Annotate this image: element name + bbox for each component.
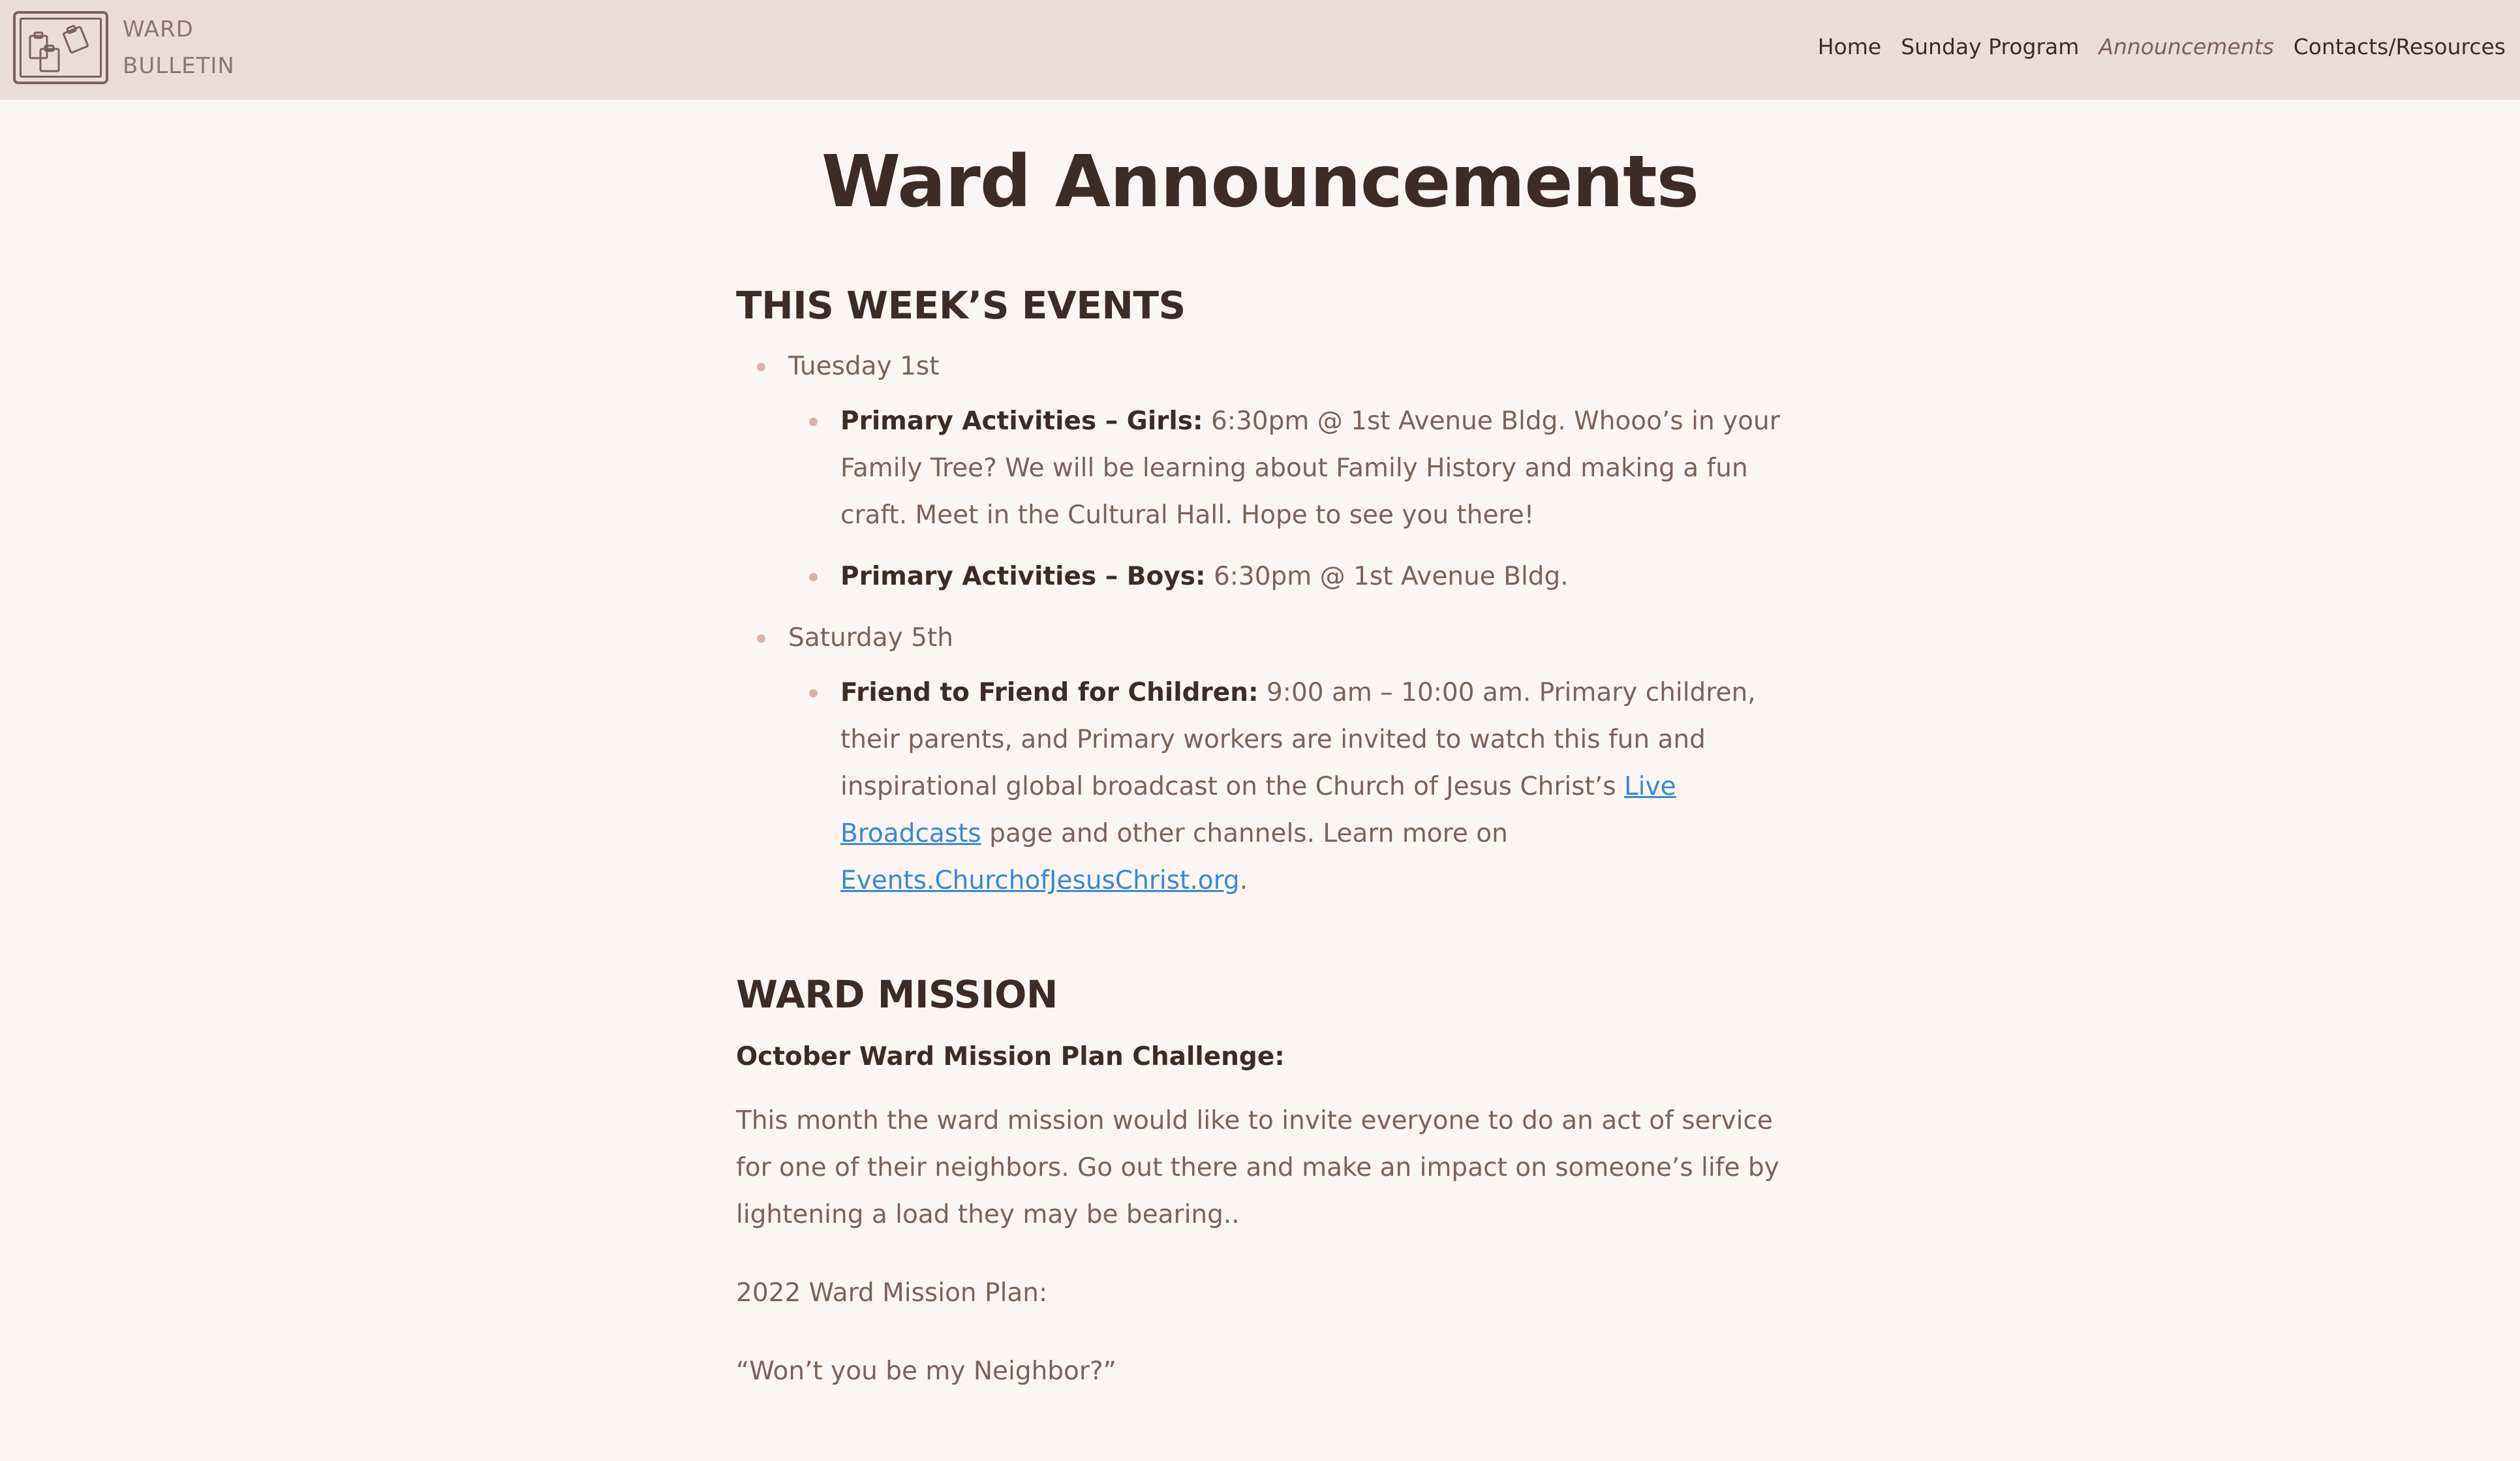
nav-contacts-resources[interactable]: Contacts/Resources [2294, 34, 2506, 59]
event-description-part3: . [1239, 866, 1248, 895]
bullet-icon [809, 689, 818, 698]
nav-announcements[interactable]: Announcements [2098, 34, 2273, 59]
day-list: Tuesday 1st Primary Activities – Girls: … [736, 343, 1780, 904]
event-list: Friend to Friend for Children: 9:00 am –… [788, 669, 1780, 904]
mission-challenge-paragraph: This month the ward mission would like t… [736, 1106, 1779, 1229]
bullet-icon [809, 418, 818, 426]
site-header: WARD BULLETIN Home Sunday Program Announ… [0, 0, 2520, 100]
brand-line-bulletin: BULLETIN [123, 53, 235, 79]
event-item-friend-to-friend: Friend to Friend for Children: 9:00 am –… [788, 669, 1780, 904]
event-list: Primary Activities – Girls: 6:30pm @ 1st… [788, 398, 1780, 600]
event-title: Friend to Friend for Children: [840, 678, 1259, 707]
events-section: THIS WEEK’S EVENTS Tuesday 1st Primary A… [736, 274, 1780, 904]
mission-plan-theme: “Won’t you be my Neighbor?” [736, 1357, 1116, 1386]
event-description-part2: page and other channels. Learn more on [981, 819, 1508, 848]
day-item-tuesday: Tuesday 1st Primary Activities – Girls: … [736, 343, 1780, 600]
event-item-primary-boys: Primary Activities – Boys: 6:30pm @ 1st … [788, 553, 1780, 600]
event-title: Primary Activities – Boys: [840, 562, 1206, 591]
events-site-link[interactable]: Events.ChurchofJesusChrist.org [840, 866, 1240, 895]
brand-line-ward: WARD [123, 16, 194, 42]
ward-mission-section: WARD MISSION October Ward Mission Plan C… [736, 963, 1780, 1395]
main-content: THIS WEEK’S EVENTS Tuesday 1st Primary A… [736, 274, 1780, 1395]
brand-home-link[interactable]: WARD BULLETIN [13, 11, 235, 84]
events-heading: THIS WEEK’S EVENTS [736, 283, 1186, 328]
bulletin-board-icon [13, 11, 108, 84]
bullet-icon [757, 634, 765, 643]
day-label: Tuesday 1st [788, 352, 940, 381]
page-title: Ward Announcements [821, 140, 1699, 223]
event-item-primary-girls: Primary Activities – Girls: 6:30pm @ 1st… [788, 398, 1780, 539]
nav-home[interactable]: Home [1818, 34, 1881, 59]
main-nav: Home Sunday Program Announcements Contac… [1818, 34, 2506, 59]
bullet-icon [809, 573, 818, 581]
mission-plan-label: 2022 Ward Mission Plan: [736, 1278, 1048, 1308]
ward-mission-heading: WARD MISSION [736, 972, 1058, 1017]
event-title: Primary Activities – Girls: [840, 407, 1203, 436]
event-description: 6:30pm @ 1st Avenue Bldg. [1205, 562, 1569, 591]
brand-text: WARD BULLETIN [123, 11, 235, 84]
bullet-icon [757, 363, 765, 371]
mission-challenge-subheading: October Ward Mission Plan Challenge: [736, 1042, 1285, 1071]
day-item-saturday: Saturday 5th Friend to Friend for Childr… [736, 615, 1780, 904]
day-label: Saturday 5th [788, 623, 953, 653]
nav-sunday-program[interactable]: Sunday Program [1901, 34, 2079, 59]
